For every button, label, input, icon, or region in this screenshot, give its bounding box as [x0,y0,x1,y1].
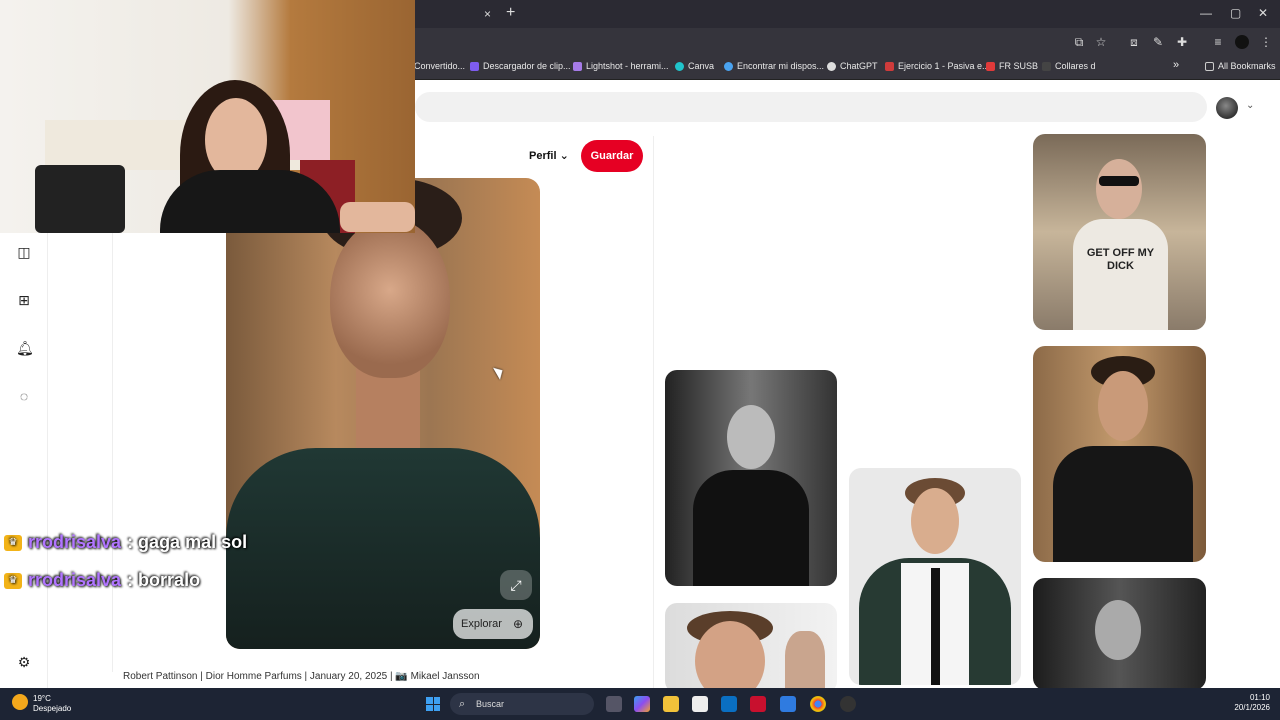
chat-text: : gaga mal sol [127,532,248,552]
expand-icon[interactable]: ⤢ [500,570,532,600]
windows-start-icon[interactable] [426,697,440,711]
translate-extension-icon[interactable]: ⧈ [1127,35,1141,49]
related-pin-image[interactable] [1033,578,1206,690]
settings-gear-icon[interactable]: ⚙ [16,654,32,670]
visual-search-icon: ⊕ [512,617,523,631]
chat-username: rrodrisalva [28,570,122,590]
explore-button[interactable]: Explorar ⊕ [453,609,533,639]
bookmark-item[interactable]: Descargador de clip... [470,61,571,71]
chat-text: : borralo [127,570,201,590]
tab-close-button[interactable]: × [484,7,491,21]
puzzle-extensions-icon[interactable]: ✚ [1175,35,1189,49]
related-pin-image[interactable] [665,370,837,586]
bookmark-item[interactable]: Lightshot - herrami... [573,61,669,71]
task-view-icon[interactable] [606,696,622,712]
bookmark-item[interactable]: Ejercicio 1 - Pasiva e... [885,61,990,71]
main-pin-image[interactable] [226,178,540,649]
profile-icon[interactable] [1235,35,1249,49]
profile-board-dropdown[interactable]: Perfil ⌄ [529,149,569,162]
dell-icon[interactable] [721,696,737,712]
install-app-icon[interactable]: ⧉ [1072,35,1086,49]
file-explorer-icon[interactable] [663,696,679,712]
media-control-icon[interactable]: ≡ [1211,35,1225,49]
boards-icon[interactable]: ◫ [16,244,32,260]
new-tab-button[interactable]: + [506,4,515,22]
obs-icon[interactable] [840,696,856,712]
pin-caption: Robert Pattinson | Dior Homme Parfums | … [123,671,480,682]
related-pin-image[interactable] [665,603,837,693]
save-button[interactable]: Guardar [581,140,643,172]
maximize-icon[interactable]: ▢ [1230,6,1241,20]
divider [112,232,113,672]
search-icon: ⌕ [459,698,466,710]
crown-badge-icon: ♛ [4,572,22,589]
create-icon[interactable]: ⊞ [16,292,32,308]
extension-icon[interactable]: ✎ [1151,35,1165,49]
weather-widget[interactable]: 19°C Despejado [33,694,71,714]
bookmark-star-icon[interactable]: ☆ [1094,35,1108,49]
webcam-overlay [0,0,415,233]
weather-sun-icon[interactable] [12,694,28,710]
bookmark-item[interactable]: FR SUSB [986,61,1038,71]
related-pin-image[interactable] [1033,346,1206,562]
bookmark-item[interactable]: Collares d [1042,61,1096,71]
mail-icon[interactable] [780,696,796,712]
bookmark-item[interactable]: Canva [675,61,714,71]
chat-username: rrodrisalva [28,532,122,552]
bookmark-item[interactable]: ChatGPT [827,61,878,71]
chevron-down-icon[interactable]: ⌄ [1246,100,1254,111]
taskbar-search[interactable]: ⌕ Buscar [450,693,594,715]
mcafee-icon[interactable] [750,696,766,712]
avatar[interactable] [1216,97,1238,119]
close-window-icon[interactable]: ✕ [1258,6,1268,20]
bookmark-item[interactable]: Convertido... [414,61,465,71]
system-clock[interactable]: 01:10 20/1/2026 [1234,693,1270,713]
copilot-icon[interactable] [634,696,650,712]
messages-icon[interactable]: ◌ [16,388,32,404]
crown-badge-icon: ♛ [4,534,22,551]
related-pin-image[interactable]: GET OFF MY DICK [1033,134,1206,330]
tshirt-text: GET OFF MY DICK [1086,247,1155,272]
browser-menu-icon[interactable]: ⋮ [1259,35,1273,49]
chat-message: ♛ rrodrisalva : gaga mal sol [4,532,247,553]
bookmark-item[interactable]: Encontrar mi dispos... [724,61,824,71]
chat-message: ♛ rrodrisalva : borralo [4,570,200,591]
bookmarks-overflow-button[interactable]: » [1173,59,1179,71]
notifications-bell-icon[interactable]: 🔔︎ [16,340,34,356]
related-pin-image[interactable] [849,468,1021,685]
minimize-icon[interactable]: — [1200,6,1212,20]
all-bookmarks-button[interactable]: All Bookmarks [1205,61,1276,71]
store-icon[interactable] [692,696,708,712]
divider [653,136,654,691]
search-input[interactable] [415,92,1207,122]
chrome-icon[interactable] [810,696,826,712]
